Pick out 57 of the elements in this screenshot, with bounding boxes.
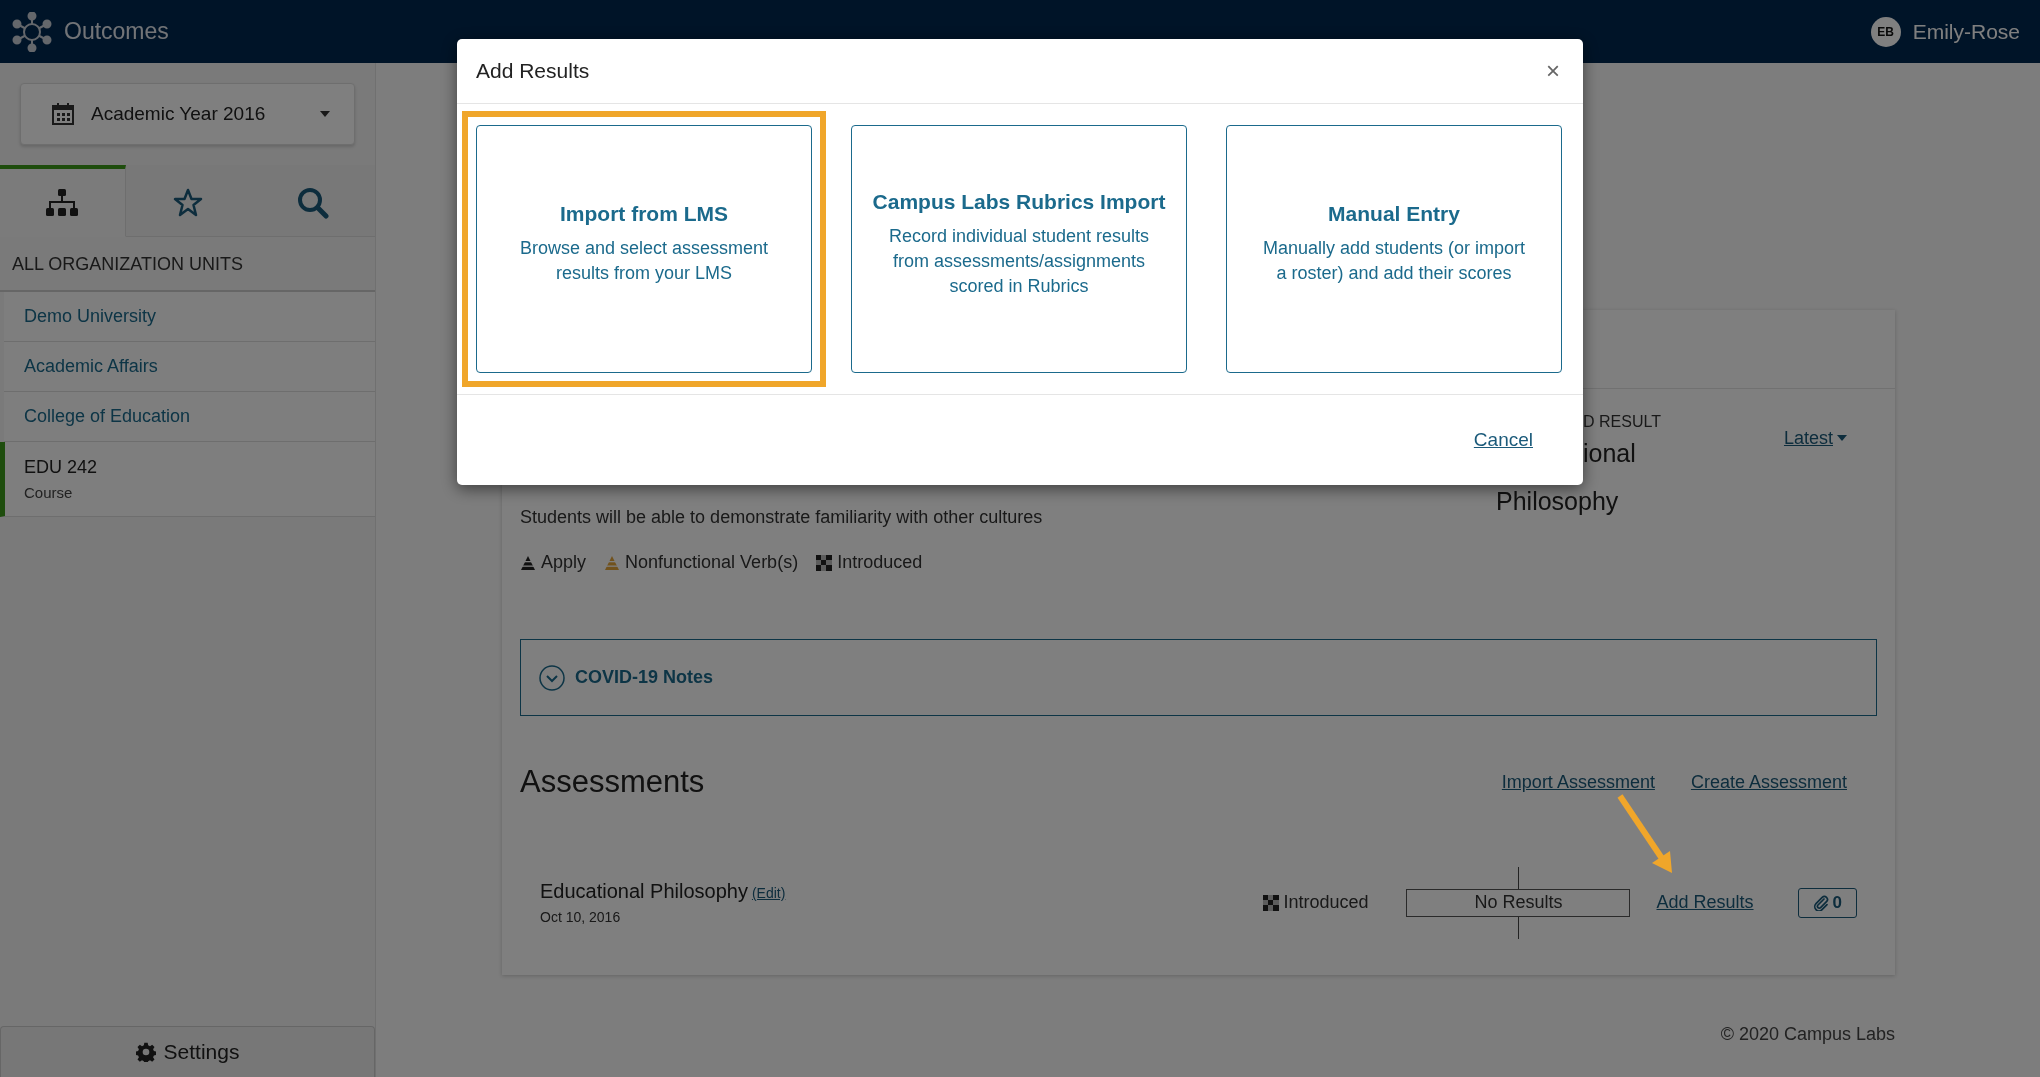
hierarchy-tab[interactable] bbox=[0, 165, 126, 237]
option-title[interactable]: Campus Labs Rubrics Import bbox=[872, 189, 1166, 214]
add-results-link[interactable]: Add Results bbox=[1656, 892, 1754, 913]
caret-icon bbox=[320, 111, 330, 117]
copyright: © 2020 Campus Labs bbox=[1720, 1024, 1895, 1045]
pyramid-icon bbox=[604, 554, 621, 571]
tag-label: Nonfunctional Verb(s) bbox=[625, 552, 799, 573]
org-unit-type: Course bbox=[24, 484, 74, 501]
result-label: D RESULT bbox=[1583, 413, 1662, 431]
close-button[interactable]: × bbox=[1542, 57, 1564, 85]
checker-icon bbox=[816, 554, 833, 571]
notes-panel[interactable]: COVID-19 Notes bbox=[520, 639, 1877, 716]
notes-title[interactable]: COVID-19 Notes bbox=[575, 667, 714, 688]
user-avatar[interactable]: EB bbox=[1870, 16, 1901, 47]
gear-icon bbox=[135, 1042, 156, 1062]
org-unit-item[interactable]: College of Education bbox=[4, 392, 375, 442]
result-value: Philosophy bbox=[1496, 487, 1620, 515]
settings-button[interactable]: Settings bbox=[0, 1026, 375, 1077]
user-name[interactable]: Emily-Rose bbox=[1912, 19, 2020, 44]
option-card[interactable]: Import from LMS Browse and select assessment results from your LMS bbox=[476, 125, 812, 373]
option-description: Record individual student results from assessments/assignments scored in Rubrics bbox=[887, 224, 1151, 298]
option-title[interactable]: Import from LMS bbox=[560, 202, 728, 226]
app-name: Outcomes bbox=[64, 18, 169, 45]
calendar-icon bbox=[51, 102, 75, 126]
option-title[interactable]: Manual Entry bbox=[1328, 202, 1460, 226]
caret-icon bbox=[1837, 435, 1847, 441]
level-label: Introduced bbox=[1283, 892, 1369, 913]
action-link[interactable]: Create Assessment bbox=[1690, 771, 1847, 793]
option-description: Browse and select assessment results from your LMS bbox=[518, 237, 770, 285]
modal-title: Add Results bbox=[476, 59, 591, 83]
org-unit-name[interactable]: EDU 242 bbox=[24, 457, 375, 478]
assessment-date: Oct 10, 2016 bbox=[540, 909, 622, 925]
search-icon bbox=[296, 186, 329, 219]
outcome-description: Students will be able to demonstrate familiarity with other cultures bbox=[520, 507, 1044, 528]
results-bar: No Results bbox=[1406, 888, 1631, 917]
year-selector[interactable]: Academic Year 2016 bbox=[20, 83, 355, 145]
section-title: Assessments bbox=[520, 764, 706, 800]
tag-label: Apply bbox=[541, 552, 587, 573]
logo-icon bbox=[12, 11, 52, 52]
checker-icon bbox=[1263, 894, 1280, 911]
org-unit-item[interactable]: Demo University bbox=[4, 292, 375, 342]
paperclip-icon bbox=[1812, 894, 1829, 911]
option-description: Manually add students (or import a roster) and add their scores bbox=[1261, 237, 1527, 285]
hierarchy-icon bbox=[46, 188, 79, 217]
assessment-name: Educational Philosophy bbox=[540, 880, 748, 902]
result-value: ional bbox=[1583, 439, 1637, 467]
star-icon bbox=[173, 187, 203, 218]
cancel-link[interactable]: Cancel bbox=[1473, 429, 1533, 451]
action-link[interactable]: Import Assessment bbox=[1501, 771, 1655, 793]
edit-link[interactable]: (Edit) bbox=[751, 885, 786, 901]
option-card[interactable]: Campus Labs Rubrics Import Record individual student results from assessments/assignments scored in Rubrics bbox=[851, 125, 1187, 373]
org-unit-item[interactable]: Academic Affairs bbox=[4, 342, 375, 392]
option-card[interactable]: Manual Entry Manually add students (or import a roster) and add their scores bbox=[1226, 125, 1562, 373]
attachments-button[interactable]: 0 bbox=[1797, 887, 1857, 918]
pyramid-icon bbox=[520, 554, 536, 571]
tag-label: Introduced bbox=[837, 552, 923, 573]
latest-dropdown[interactable]: Latest bbox=[1783, 427, 1847, 449]
